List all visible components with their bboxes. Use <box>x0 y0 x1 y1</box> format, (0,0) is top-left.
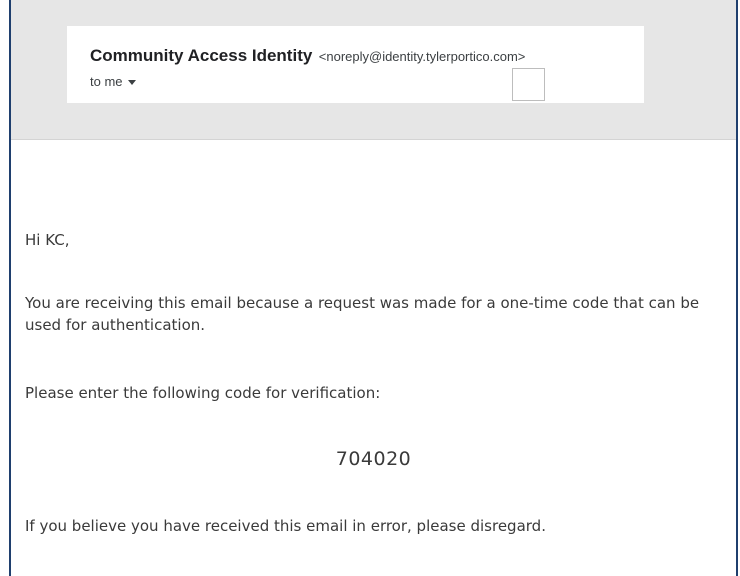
email-frame: Community Access Identity <noreply@ident… <box>9 0 738 576</box>
intro-paragraph: You are receiving this email because a r… <box>25 294 700 334</box>
sender-card: Community Access Identity <noreply@ident… <box>67 26 644 103</box>
image-placeholder <box>512 68 545 101</box>
greeting: Hi KC, <box>25 231 70 249</box>
recipient-dropdown[interactable]: to me <box>90 74 136 89</box>
sender-name[interactable]: Community Access Identity <box>90 46 312 65</box>
disclaimer-paragraph: If you believe you have received this em… <box>25 517 546 535</box>
email-header: Community Access Identity <noreply@ident… <box>11 0 736 140</box>
instruction-paragraph: Please enter the following code for veri… <box>25 384 381 402</box>
verification-code: 704020 <box>335 448 412 470</box>
recipient-label: to me <box>90 74 123 89</box>
sender-email: <noreply@identity.tylerportico.com> <box>318 49 526 64</box>
sender-line: Community Access Identity <noreply@ident… <box>90 46 525 66</box>
caret-down-icon <box>127 80 136 86</box>
